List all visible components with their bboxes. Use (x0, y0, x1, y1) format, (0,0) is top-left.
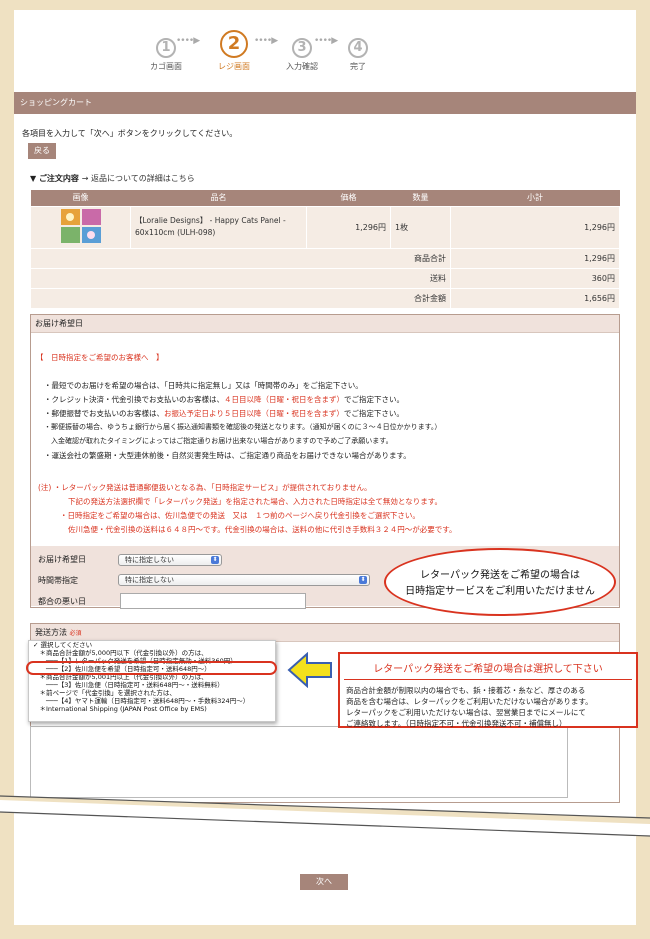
step-label: カゴ画面 (150, 62, 182, 71)
delivery-note: ・郵便振替の場合、ゆうちょ銀行から届く振込通知書類を確認後の発送となります。（通… (44, 423, 442, 431)
summary-value: 1,656円 (450, 287, 620, 309)
letterpack-note: (注) ・レターパック発送は普通郵便扱いとなる為、「日時指定サービス」が提供され… (38, 483, 372, 492)
shipping-method-dropdown[interactable]: ✓ 選択してください ＊商品合計金額が5,000円以下（代金引換以外）の方は、 … (28, 640, 276, 722)
dropdown-option[interactable]: ───【3】佐川急便（日時指定可・送料648円～・送料無料） (33, 681, 275, 689)
product-image (60, 209, 101, 243)
table-row: 合計金額 1,656円 (30, 287, 620, 309)
callout-body: 商品合計金額が制限以内の場合でも、鋲・接着芯・糸など、厚さのある 商品を含む場合… (340, 680, 636, 729)
callout-line: レターパックをご利用いただけない場合は、翌営業日までにメールにて (346, 708, 586, 717)
callout-title: レターパック発送をご希望の場合は選択して下さい (344, 660, 632, 680)
page-break-divider (0, 795, 650, 850)
step-register: 2 レジ画面 (218, 30, 250, 72)
step-number: 2 (220, 30, 248, 58)
callout-line: 商品合計金額が制限以内の場合でも、鋲・接着芯・糸など、厚さのある (346, 686, 586, 695)
step-arrow-icon: ••••▶ (254, 36, 278, 46)
cart-table: 画像 品名 価格 数量 小計 【Loralie Designs】 - Happy… (30, 190, 620, 309)
dropdown-option[interactable]: ───【4】ヤマト運輸（日時指定可・送料648円～・手数料324円～） (33, 697, 275, 705)
step-label: 入力確認 (286, 62, 318, 71)
chevron-down-icon: ⬍ (211, 556, 219, 564)
table-row: 送料 360円 (30, 267, 620, 289)
delivery-date-value: 特に指定しない (125, 556, 174, 564)
letterpack-option-highlight (26, 661, 277, 675)
letterpack-note: 佐川急便・代金引換の送料は６４８円～です。代金引換の場合は、送料の他に代引き手数… (68, 525, 457, 534)
time-label: 時間帯指定 (38, 576, 78, 585)
delivery-heading: お届け希望日 (31, 315, 619, 333)
summary-value: 1,296円 (450, 247, 620, 269)
step-number: 4 (348, 38, 368, 58)
date-label: お届け希望日 (38, 555, 86, 564)
product-name: 【Loralie Designs】 - Happy Cats Panel - 6… (130, 205, 307, 249)
chevron-down-icon: ⬍ (359, 576, 367, 584)
dropdown-group-label: ＊前ページで「代金引換」を選択された方は、 (33, 689, 176, 697)
delivery-note-text: でご指定下さい。 (344, 395, 404, 404)
delivery-date-select[interactable]: 特に指定しない ⬍ (118, 554, 222, 566)
summary-label: 送料 (30, 267, 451, 289)
product-subtotal: 1,296円 (450, 205, 620, 249)
product-qty: 1枚 (390, 205, 451, 249)
col-header: 数量 (390, 190, 451, 206)
letterpack-callout: レターパック発送をご希望の場合は 日時指定サービスをご利用いただけません (384, 548, 616, 616)
callout-line: 日時指定サービスをご利用いただけません (405, 586, 595, 597)
step-label: 完了 (350, 62, 366, 71)
delivery-note: ・最短でのお届けを希望の場合は、「日時共に指定無し」又は「時間帯のみ」をご指定下… (44, 381, 363, 390)
delivery-note-highlight: ４日目以降（日曜・祝日を含まず） (224, 395, 344, 404)
step-complete: 4 完了 (348, 38, 368, 72)
step-number: 3 (292, 38, 312, 58)
delivery-note: 入金確認が取れたタイミングによってはご指定通りお届け出来ない場合がありますので予… (44, 437, 393, 445)
callout-line: 商品を含む場合は、レターパックをご利用いただけない場合があります。 (346, 697, 593, 706)
time-slot-value: 特に指定しない (125, 576, 174, 584)
col-header: 価格 (306, 190, 391, 206)
col-header: 画像 (30, 190, 131, 206)
delivery-note-text: でご指定下さい。 (343, 409, 404, 418)
letterpack-note: 下記の発送方法選択欄で「レターパック発送」を指定された場合、入力された日時指定は… (68, 497, 442, 506)
step-arrow-icon: ••••▶ (176, 36, 200, 46)
dropdown-option[interactable]: ＊International Shipping (JAPAN Post Offi… (33, 705, 275, 713)
instruction-text: 各項目を入力して「次へ」ボタンをクリックしてください。 (22, 129, 238, 138)
back-button[interactable]: 戻る (28, 143, 56, 159)
delivery-note-highlight: お振込予定日より５日目以降（日曜・祝日を含まず） (164, 409, 344, 418)
page-title: ショッピングカート (14, 92, 636, 114)
unavailable-date-input[interactable] (120, 593, 306, 609)
summary-label: 合計金額 (30, 287, 451, 309)
summary-label: 商品合計 (30, 247, 451, 269)
delivery-intro: 【 日時指定をご希望のお客様へ 】 (36, 353, 164, 362)
next-button[interactable]: 次へ (300, 874, 348, 890)
delivery-note: ・郵便振替でお支払いのお客様は、お振込予定日より５日目以降（日曜・祝日を含まず）… (44, 408, 404, 419)
required-badge: 必須 (69, 630, 82, 637)
callout-line: レターパック発送をご希望の場合は (420, 570, 580, 581)
col-header: 小計 (450, 190, 620, 206)
delivery-note-text: ・クレジット決済・代金引換でお支払いのお客様は、 (44, 395, 224, 404)
product-price: 1,296円 (306, 205, 391, 249)
delivery-note-text: ・郵便振替でお支払いのお客様は、 (44, 409, 164, 418)
time-slot-select[interactable]: 特に指定しない ⬍ (118, 574, 370, 586)
dropdown-option[interactable]: ✓ 選択してください (33, 641, 275, 649)
dropdown-group-label: ＊商品合計金額が5,000円以下（代金引換以外）の方は、 (33, 649, 208, 657)
step-arrow-icon: ••••▶ (314, 36, 338, 46)
delivery-note: ・運送会社の繁盛期・大型連休前後・自然災害発生時は、ご指定通り商品をお届けできな… (44, 451, 411, 460)
callout-line: ご連絡致します。（日時指定不可・代金引換発送不可・補償無し） (346, 719, 567, 728)
table-row: 【Loralie Designs】 - Happy Cats Panel - 6… (30, 205, 620, 249)
order-heading-label: ▼ ご注文内容 (30, 174, 79, 183)
col-header: 品名 (130, 190, 307, 206)
letterpack-note: ・日時指定をご希望の場合は、佐川急便での発送 又は １つ前のページへ戻り代金引換… (60, 511, 420, 520)
arrow-left-icon (287, 652, 332, 688)
return-policy-link[interactable]: → 返品についての詳細はこちら (82, 174, 195, 183)
unavailable-date-label: 都合の悪い日 (38, 597, 86, 606)
checkout-steps: 1 カゴ画面 ••••▶ 2 レジ画面 ••••▶ 3 入力確認 ••••▶ 4… (150, 24, 390, 84)
step-label: レジ画面 (218, 62, 250, 71)
table-row: 商品合計 1,296円 (30, 247, 620, 269)
letterpack-select-callout: レターパック発送をご希望の場合は選択して下さい 商品合計金額が制限以内の場合でも… (338, 652, 638, 728)
order-heading: ▼ ご注文内容 → 返品についての詳細はこちら (30, 173, 195, 184)
delivery-note: ・クレジット決済・代金引換でお支払いのお客様は、４日目以降（日曜・祝日を含まず）… (44, 394, 404, 405)
step-number: 1 (156, 38, 176, 58)
shipping-heading-label: 発送方法 (35, 628, 67, 637)
summary-value: 360円 (450, 267, 620, 289)
product-thumbnail[interactable] (30, 205, 131, 249)
